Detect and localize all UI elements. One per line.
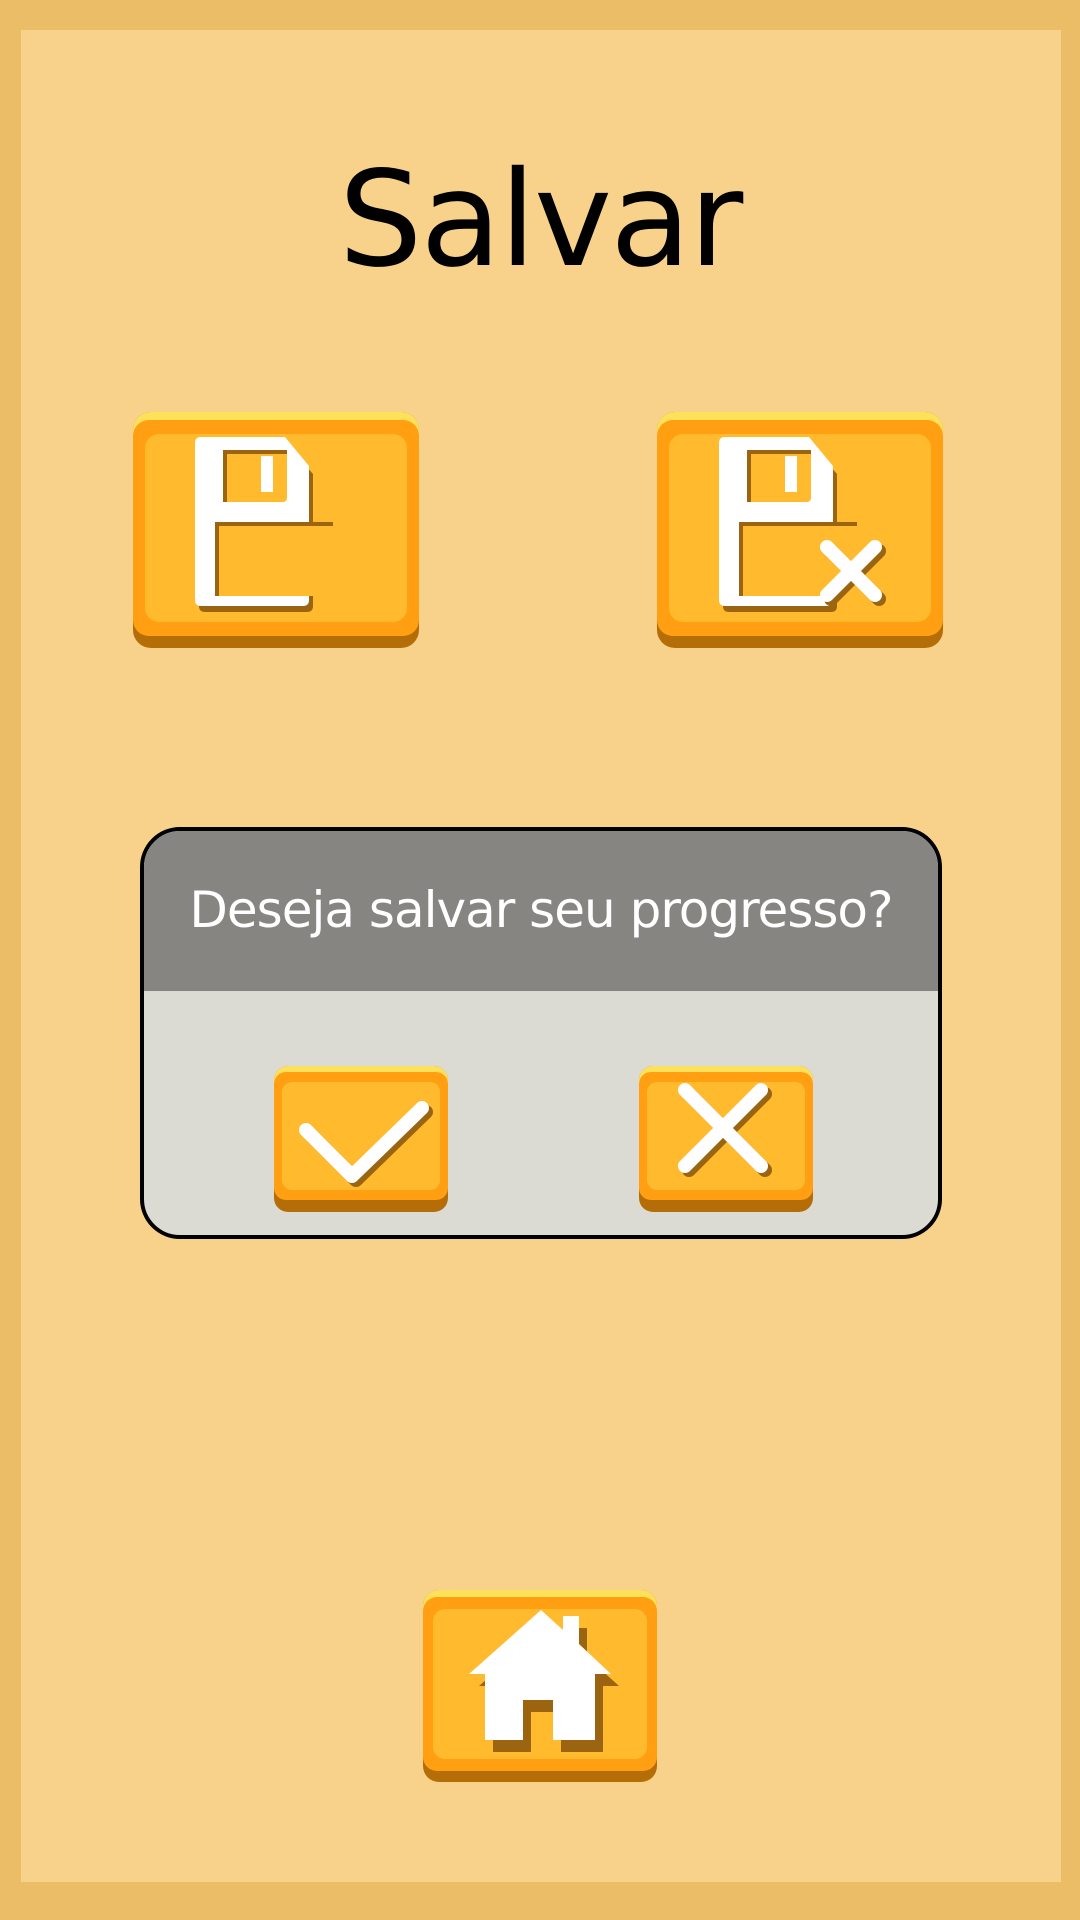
save-button[interactable]: [133, 412, 419, 648]
confirm-button[interactable]: [274, 1066, 448, 1212]
page-title: Salvar: [338, 143, 744, 297]
floppy-disk-icon: [195, 437, 333, 612]
dialog-question: Deseja salvar seu progresso?: [189, 881, 893, 939]
close-icon: [678, 1083, 772, 1177]
dialog-header: Deseja salvar seu progresso?: [144, 831, 938, 991]
delete-save-button[interactable]: [657, 412, 943, 648]
cancel-button[interactable]: [639, 1066, 813, 1212]
checkmark-icon: [299, 1101, 433, 1187]
save-confirm-dialog: Deseja salvar seu progresso?: [140, 827, 942, 1239]
floppy-disk-delete-icon: [719, 437, 886, 612]
home-button[interactable]: [423, 1590, 657, 1782]
home-icon: [469, 1610, 619, 1752]
